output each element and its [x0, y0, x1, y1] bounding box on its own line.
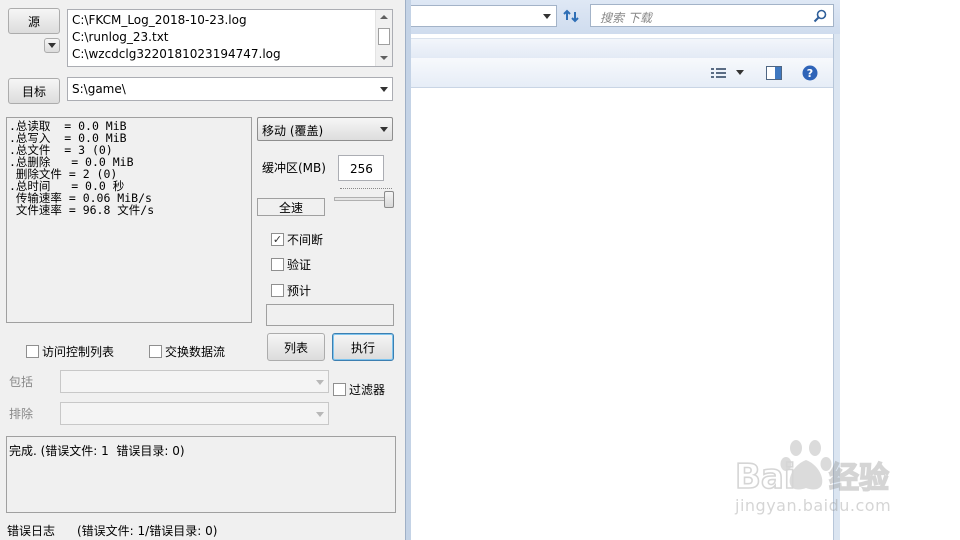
- list-button[interactable]: 列表: [267, 333, 325, 361]
- list-button-label: 列表: [283, 340, 308, 355]
- acl-label: 访问控制列表: [42, 345, 115, 359]
- speed-display: 全速: [257, 198, 325, 216]
- source-button-label: 源: [27, 14, 40, 29]
- svg-text:?: ?: [807, 67, 813, 80]
- chevron-down-icon[interactable]: [543, 14, 551, 19]
- preview-pane-icon[interactable]: [766, 66, 782, 80]
- source-file-item: C:\runlog_23.txt: [72, 30, 169, 44]
- mode-value: 移动 (覆盖): [262, 124, 324, 138]
- execute-button[interactable]: 执行: [332, 333, 394, 361]
- source-file-item: C:\wzcdclg3220181023194747.log: [72, 47, 281, 61]
- refresh-button[interactable]: [559, 5, 583, 27]
- scroll-up-arrow-icon[interactable]: [380, 15, 388, 19]
- estimate-checkbox[interactable]: 预计: [271, 282, 311, 299]
- menu-strip: [411, 38, 833, 58]
- search-icon[interactable]: [813, 9, 827, 23]
- nonstop-checkbox[interactable]: ✓ 不间断: [271, 231, 323, 248]
- watermark-url: jingyan.baidu.com: [735, 496, 892, 515]
- view-list-icon: [711, 68, 726, 78]
- buffer-size-value: 256: [350, 162, 373, 176]
- scroll-down-arrow-icon[interactable]: [380, 56, 388, 60]
- error-log-link[interactable]: 错误日志: [7, 522, 55, 539]
- address-bar[interactable]: [411, 5, 557, 27]
- estimate-label: 预计: [287, 284, 312, 298]
- result-text: 完成. (错误文件: 1 错误目录: 0): [9, 444, 185, 458]
- fastcopy-window: 源 C:\FKCM_Log_2018-10-23.log C:\runlog_2…: [0, 0, 405, 540]
- chevron-down-icon[interactable]: [380, 127, 388, 132]
- source-list-scrollbar[interactable]: [375, 10, 392, 66]
- stats-line: 文件速率 = 96.8 文件/s: [9, 203, 155, 217]
- buffer-size-input[interactable]: 256: [338, 155, 384, 181]
- speed-label: 全速: [278, 200, 303, 215]
- buffer-slider[interactable]: [334, 186, 396, 212]
- chevron-down-icon: [736, 70, 744, 75]
- chevron-down-icon: [316, 380, 324, 385]
- refresh-icon: [563, 9, 579, 23]
- result-log: 完成. (错误文件: 1 错误目录: 0): [6, 436, 396, 513]
- svg-text:经验: 经验: [829, 461, 889, 496]
- error-status: (错误文件: 1/错误目录: 0): [77, 524, 218, 538]
- stats-panel: .总读取 = 0.0 MiB .总写入 = 0.0 MiB .总文件 = 3 (…: [6, 117, 252, 323]
- progress-panel: [266, 304, 394, 326]
- checkmark-icon: ✓: [271, 233, 284, 246]
- svg-text:Bai: Bai: [735, 457, 796, 497]
- exclude-label: 排除: [9, 407, 34, 421]
- help-icon[interactable]: ?: [802, 65, 818, 81]
- target-path: S:\game\: [72, 82, 126, 96]
- search-input[interactable]: 搜索 下载: [600, 9, 652, 26]
- source-button[interactable]: 源: [8, 8, 60, 34]
- exclude-combo[interactable]: [60, 402, 329, 425]
- stream-checkbox[interactable]: 交换数据流: [149, 343, 225, 360]
- target-button-label: 目标: [21, 84, 46, 99]
- source-dropdown-button[interactable]: [44, 38, 60, 53]
- execute-button-label: 执行: [350, 340, 375, 355]
- stream-label: 交换数据流: [165, 345, 226, 359]
- source-file-item: C:\FKCM_Log_2018-10-23.log: [72, 13, 247, 27]
- verify-checkbox[interactable]: 验证: [271, 256, 311, 273]
- chevron-down-icon: [316, 412, 324, 417]
- mode-select[interactable]: 移动 (覆盖): [257, 117, 393, 141]
- target-combo[interactable]: S:\game\: [67, 77, 393, 101]
- scroll-thumb[interactable]: [378, 28, 390, 45]
- buffer-label: 缓冲区(MB): [262, 161, 326, 175]
- filter-checkbox[interactable]: 过滤器: [333, 381, 385, 398]
- filter-label: 过滤器: [349, 383, 386, 397]
- nonstop-label: 不间断: [287, 233, 324, 247]
- chevron-down-icon[interactable]: [380, 87, 388, 92]
- verify-label: 验证: [287, 258, 312, 272]
- include-label: 包括: [9, 375, 34, 389]
- source-file-list[interactable]: C:\FKCM_Log_2018-10-23.log C:\runlog_23.…: [67, 9, 393, 67]
- baidu-watermark: Bai 经验 jingyan.baidu.com: [733, 436, 923, 526]
- slider-thumb[interactable]: [384, 191, 394, 208]
- include-combo[interactable]: [60, 370, 329, 393]
- command-bar: ?: [411, 58, 833, 88]
- view-options-button[interactable]: [711, 66, 747, 80]
- target-button[interactable]: 目标: [8, 78, 60, 104]
- chevron-down-icon: [48, 43, 56, 48]
- search-box[interactable]: 搜索 下载: [590, 4, 834, 27]
- acl-checkbox[interactable]: 访问控制列表: [26, 343, 114, 360]
